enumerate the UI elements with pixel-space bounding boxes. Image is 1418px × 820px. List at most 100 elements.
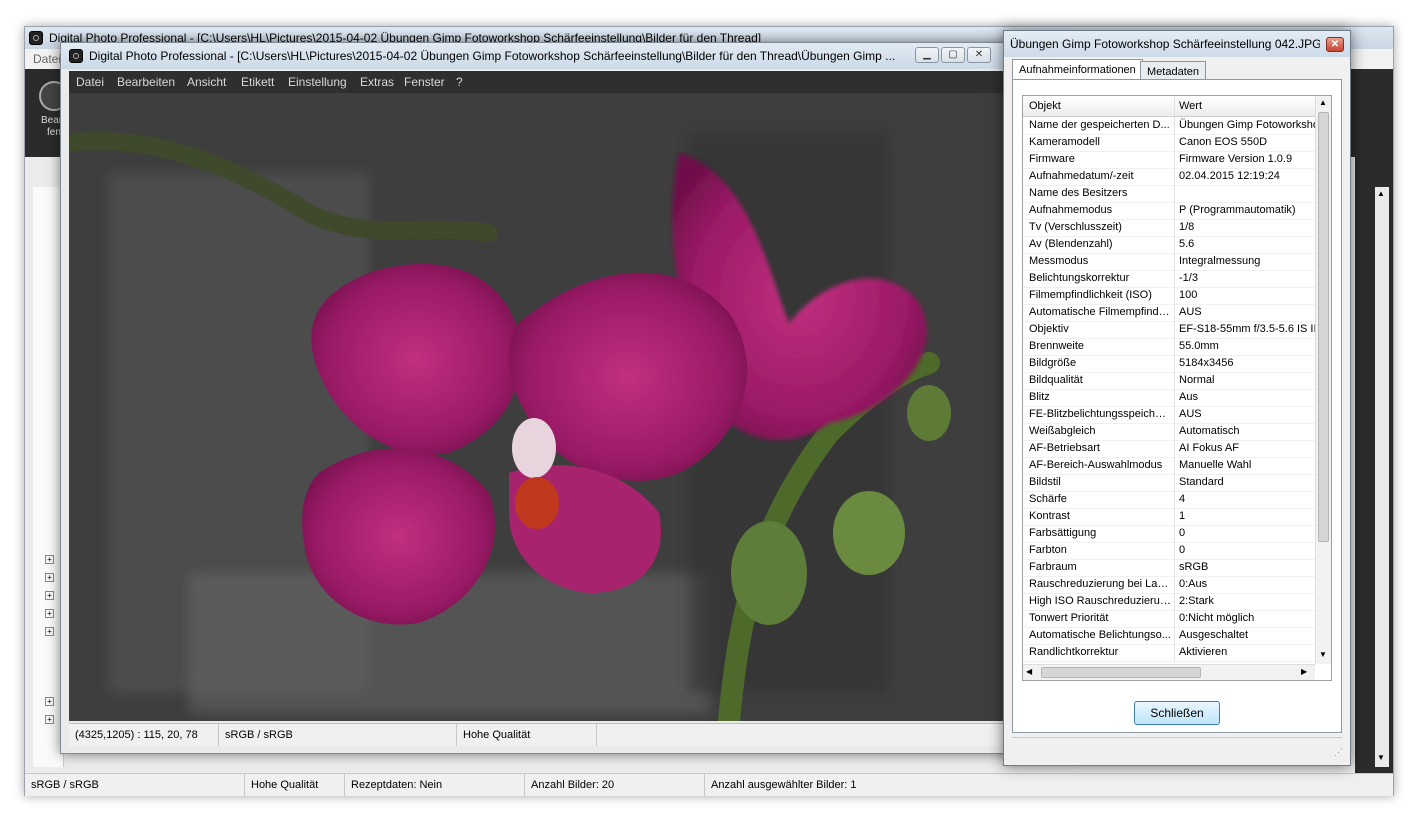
menu-etikett[interactable]: Etikett bbox=[241, 71, 274, 93]
table-row[interactable]: Kameramodell Canon EOS 550D bbox=[1023, 134, 1315, 152]
property-name: High ISO Rauschreduzierung bbox=[1029, 595, 1171, 607]
tree-expand-icon[interactable]: + bbox=[45, 591, 54, 600]
table-row[interactable]: Weißabgleich Automatisch bbox=[1023, 423, 1315, 441]
property-value: Firmware Version 1.0.9 bbox=[1179, 153, 1293, 165]
right-scrollbar[interactable]: ▲ ▼ bbox=[1375, 187, 1389, 767]
table-row[interactable]: Av (Blendenzahl) 5.6 bbox=[1023, 236, 1315, 254]
property-name: Tv (Verschlusszeit) bbox=[1029, 221, 1122, 233]
property-value: Automatisch bbox=[1179, 425, 1240, 437]
property-value: 5184x3456 bbox=[1179, 357, 1234, 369]
tab-metadaten[interactable]: Metadaten bbox=[1140, 61, 1206, 81]
property-name: Farbton bbox=[1029, 544, 1067, 556]
tree-expand-icon[interactable]: + bbox=[45, 715, 54, 724]
table-row[interactable]: FE-Blitzbelichtungsspeicher... AUS bbox=[1023, 406, 1315, 424]
menu-einstellung[interactable]: Einstellung bbox=[288, 71, 347, 93]
close-window-button[interactable]: ✕ bbox=[967, 47, 991, 63]
table-row[interactable]: Belichtungskorrektur -1/3 bbox=[1023, 270, 1315, 288]
table-row[interactable]: Farbsättigung 0 bbox=[1023, 525, 1315, 543]
preview-menubar: Datei Bearbeiten Ansicht Etikett Einstel… bbox=[69, 71, 1061, 93]
property-name: Kameramodell bbox=[1029, 136, 1100, 148]
table-row[interactable]: Bildstil Standard bbox=[1023, 474, 1315, 492]
menu-ansicht[interactable]: Ansicht bbox=[187, 71, 226, 93]
table-row[interactable]: Kontrast 1 bbox=[1023, 508, 1315, 526]
property-value: 1/8 bbox=[1179, 221, 1195, 233]
table-row[interactable]: Farbton 0 bbox=[1023, 542, 1315, 560]
schliessen-button[interactable]: Schließen bbox=[1134, 701, 1220, 725]
property-name: Name des Besitzers bbox=[1029, 187, 1128, 199]
preview-window: Digital Photo Professional - [C:\Users\H… bbox=[60, 42, 1070, 754]
table-row[interactable]: AF-Bereich-Auswahlmodus Manuelle Wahl bbox=[1023, 457, 1315, 475]
tree-expand-icon[interactable]: + bbox=[45, 555, 54, 564]
property-name: AF-Betriebsart bbox=[1029, 442, 1100, 454]
scroll-up-arrow-icon[interactable]: ▲ bbox=[1319, 98, 1327, 107]
column-header-wert[interactable]: Wert bbox=[1179, 96, 1315, 116]
back-menu-datei[interactable]: Datei bbox=[33, 52, 61, 66]
table-row[interactable]: Tv (Verschlusszeit) 1/8 bbox=[1023, 219, 1315, 237]
minimize-icon: ▁ bbox=[923, 49, 931, 60]
minimize-button[interactable]: ▁ bbox=[915, 47, 939, 63]
scroll-down-arrow-icon[interactable]: ▼ bbox=[1319, 650, 1327, 659]
back-status-quality: Hohe Qualität bbox=[245, 774, 345, 796]
shooting-info-table[interactable]: Objekt Wert Name der gespeicherten D... Ü… bbox=[1022, 95, 1332, 681]
property-value: 0:Nicht möglich bbox=[1179, 612, 1255, 624]
table-row[interactable]: High ISO Rauschreduzierung 2:Stark bbox=[1023, 593, 1315, 611]
table-horizontal-scrollbar[interactable]: ◀ ▶ bbox=[1023, 664, 1315, 680]
table-row[interactable]: AF-Betriebsart AI Fokus AF bbox=[1023, 440, 1315, 458]
menu-datei[interactable]: Datei bbox=[76, 71, 104, 93]
table-vertical-scrollbar[interactable]: ▲ ▼ bbox=[1315, 96, 1331, 664]
scroll-right-arrow-icon[interactable]: ▶ bbox=[1301, 667, 1307, 676]
scroll-thumb[interactable] bbox=[1318, 112, 1329, 542]
menu-help[interactable]: ? bbox=[456, 71, 463, 93]
resize-grip-icon[interactable]: ⋰ bbox=[1334, 747, 1346, 759]
property-name: Objektiv bbox=[1029, 323, 1069, 335]
scroll-left-arrow-icon[interactable]: ◀ bbox=[1026, 667, 1032, 676]
maximize-button[interactable]: ▢ bbox=[941, 47, 965, 63]
property-value: EF-S18-55mm f/3.5-5.6 IS II bbox=[1179, 323, 1315, 335]
table-row[interactable]: Bildqualität Normal bbox=[1023, 372, 1315, 390]
table-row[interactable]: Brennweite 55.0mm bbox=[1023, 338, 1315, 356]
menu-fenster[interactable]: Fenster bbox=[404, 71, 445, 93]
menu-bearbeiten[interactable]: Bearbeiten bbox=[117, 71, 175, 93]
table-row[interactable]: Rauschreduzierung bei Lan... 0:Aus bbox=[1023, 576, 1315, 594]
table-row[interactable]: Name des Besitzers bbox=[1023, 185, 1315, 203]
scroll-down-arrow-icon[interactable]: ▼ bbox=[1377, 753, 1385, 762]
column-header-objekt[interactable]: Objekt bbox=[1029, 96, 1171, 116]
table-row[interactable]: Farbraum sRGB bbox=[1023, 559, 1315, 577]
property-name: FE-Blitzbelichtungsspeicher... bbox=[1029, 408, 1171, 420]
table-row[interactable]: Objektiv EF-S18-55mm f/3.5-5.6 IS II bbox=[1023, 321, 1315, 339]
photo-preview[interactable] bbox=[69, 93, 1061, 721]
table-row[interactable]: Automatische Belichtungso... Ausgeschalte… bbox=[1023, 627, 1315, 645]
table-row[interactable]: Schärfe 4 bbox=[1023, 491, 1315, 509]
close-icon: ✕ bbox=[974, 49, 984, 60]
dialog-titlebar[interactable]: Übungen Gimp Fotoworkshop Schärfeeinstel… bbox=[1004, 31, 1350, 57]
menu-extras[interactable]: Extras bbox=[360, 71, 394, 93]
table-row[interactable]: Aufnahmemodus P (Programmautomatik) bbox=[1023, 202, 1315, 220]
table-row[interactable]: Name der gespeicherten D... Übungen Gimp … bbox=[1023, 117, 1315, 135]
tab-aufnahmeinformationen[interactable]: Aufnahmeinformationen bbox=[1012, 59, 1143, 81]
property-name: Messmodus bbox=[1029, 255, 1089, 267]
table-row[interactable]: Randlichtkorrektur Aktivieren bbox=[1023, 644, 1315, 662]
preview-titlebar[interactable]: Digital Photo Professional - [C:\Users\H… bbox=[61, 43, 1069, 69]
back-status-count: Anzahl Bilder: 20 bbox=[525, 774, 705, 796]
tree-expand-icon[interactable]: + bbox=[45, 697, 54, 706]
property-name: Farbsättigung bbox=[1029, 527, 1097, 539]
property-name: Bildstil bbox=[1029, 476, 1061, 488]
tree-expand-icon[interactable]: + bbox=[45, 627, 54, 636]
table-row[interactable]: Tonwert Priorität 0:Nicht möglich bbox=[1023, 610, 1315, 628]
tree-expand-icon[interactable]: + bbox=[45, 573, 54, 582]
dialog-close-x-button[interactable]: ✕ bbox=[1326, 37, 1344, 52]
property-value: 1 bbox=[1179, 510, 1186, 522]
scroll-up-arrow-icon[interactable]: ▲ bbox=[1377, 189, 1385, 198]
scroll-thumb[interactable] bbox=[1041, 667, 1201, 678]
table-row[interactable]: Bildgröße 5184x3456 bbox=[1023, 355, 1315, 373]
table-row[interactable]: Firmware Firmware Version 1.0.9 bbox=[1023, 151, 1315, 169]
table-row[interactable]: Aufnahmedatum/-zeit 02.04.2015 12:19:24 bbox=[1023, 168, 1315, 186]
table-row[interactable]: Messmodus Integralmessung bbox=[1023, 253, 1315, 271]
property-value: 100 bbox=[1179, 289, 1198, 301]
tree-expand-icon[interactable]: + bbox=[45, 609, 54, 618]
table-row[interactable]: Filmempfindlichkeit (ISO) 100 bbox=[1023, 287, 1315, 305]
maximize-icon: ▢ bbox=[948, 49, 958, 60]
table-row[interactable]: Automatische Filmempfindli... AUS bbox=[1023, 304, 1315, 322]
table-row[interactable]: Blitz Aus bbox=[1023, 389, 1315, 407]
property-value: Normal bbox=[1179, 374, 1215, 386]
